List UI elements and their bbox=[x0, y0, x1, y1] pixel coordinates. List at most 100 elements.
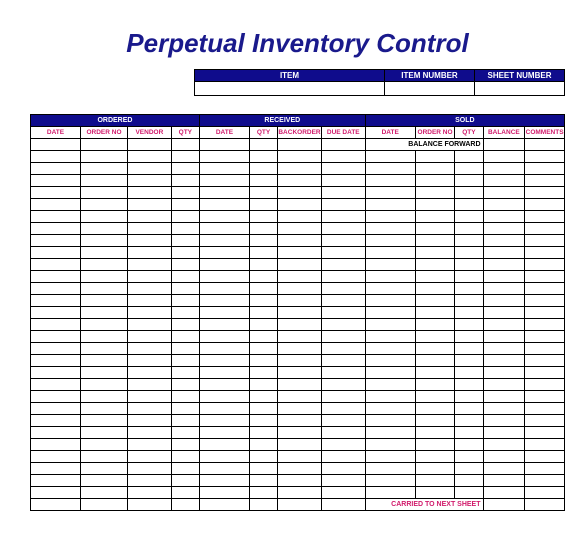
cell[interactable] bbox=[321, 439, 365, 451]
cell[interactable] bbox=[31, 427, 81, 439]
cell[interactable] bbox=[127, 319, 171, 331]
cell[interactable] bbox=[483, 355, 525, 367]
cell[interactable] bbox=[127, 439, 171, 451]
cell[interactable] bbox=[127, 283, 171, 295]
cell[interactable] bbox=[415, 427, 455, 439]
cell[interactable] bbox=[455, 451, 483, 463]
cell[interactable] bbox=[525, 451, 565, 463]
cell[interactable] bbox=[483, 499, 525, 511]
cell[interactable] bbox=[31, 439, 81, 451]
cell[interactable] bbox=[199, 367, 249, 379]
cell[interactable] bbox=[483, 427, 525, 439]
cell[interactable] bbox=[249, 427, 277, 439]
cell[interactable] bbox=[81, 283, 128, 295]
cell[interactable] bbox=[31, 451, 81, 463]
cell[interactable] bbox=[81, 499, 128, 511]
cell[interactable] bbox=[321, 331, 365, 343]
cell[interactable] bbox=[278, 235, 322, 247]
cell[interactable] bbox=[455, 403, 483, 415]
cell[interactable] bbox=[321, 211, 365, 223]
cell[interactable] bbox=[525, 199, 565, 211]
cell[interactable] bbox=[171, 403, 199, 415]
cell[interactable] bbox=[31, 211, 81, 223]
cell[interactable] bbox=[31, 391, 81, 403]
cell[interactable] bbox=[321, 451, 365, 463]
cell[interactable] bbox=[483, 139, 525, 151]
cell[interactable] bbox=[525, 367, 565, 379]
cell[interactable] bbox=[31, 223, 81, 235]
cell[interactable] bbox=[483, 379, 525, 391]
cell[interactable] bbox=[249, 199, 277, 211]
cell[interactable] bbox=[31, 403, 81, 415]
cell[interactable] bbox=[483, 307, 525, 319]
cell[interactable] bbox=[525, 283, 565, 295]
cell[interactable] bbox=[249, 271, 277, 283]
item-number-input[interactable] bbox=[385, 82, 475, 96]
cell[interactable] bbox=[249, 247, 277, 259]
cell[interactable] bbox=[171, 211, 199, 223]
cell[interactable] bbox=[127, 403, 171, 415]
cell[interactable] bbox=[199, 439, 249, 451]
cell[interactable] bbox=[199, 187, 249, 199]
cell[interactable] bbox=[455, 307, 483, 319]
cell[interactable] bbox=[365, 151, 415, 163]
cell[interactable] bbox=[127, 223, 171, 235]
cell[interactable] bbox=[199, 415, 249, 427]
cell[interactable] bbox=[81, 415, 128, 427]
cell[interactable] bbox=[278, 247, 322, 259]
cell[interactable] bbox=[127, 379, 171, 391]
cell[interactable] bbox=[415, 439, 455, 451]
cell[interactable] bbox=[415, 487, 455, 499]
cell[interactable] bbox=[321, 163, 365, 175]
cell[interactable] bbox=[455, 295, 483, 307]
cell[interactable] bbox=[455, 439, 483, 451]
cell[interactable] bbox=[525, 319, 565, 331]
cell[interactable] bbox=[525, 211, 565, 223]
cell[interactable] bbox=[31, 139, 81, 151]
cell[interactable] bbox=[525, 295, 565, 307]
cell[interactable] bbox=[31, 295, 81, 307]
cell[interactable] bbox=[455, 187, 483, 199]
cell[interactable] bbox=[31, 271, 81, 283]
cell[interactable] bbox=[321, 415, 365, 427]
cell[interactable] bbox=[525, 475, 565, 487]
cell[interactable] bbox=[525, 271, 565, 283]
cell[interactable] bbox=[171, 367, 199, 379]
cell[interactable] bbox=[525, 259, 565, 271]
cell[interactable] bbox=[199, 295, 249, 307]
cell[interactable] bbox=[127, 355, 171, 367]
cell[interactable] bbox=[321, 487, 365, 499]
cell[interactable] bbox=[171, 391, 199, 403]
cell[interactable] bbox=[415, 307, 455, 319]
cell[interactable] bbox=[278, 319, 322, 331]
cell[interactable] bbox=[31, 331, 81, 343]
cell[interactable] bbox=[525, 499, 565, 511]
cell[interactable] bbox=[81, 175, 128, 187]
item-input[interactable] bbox=[195, 82, 385, 96]
cell[interactable] bbox=[278, 427, 322, 439]
cell[interactable] bbox=[278, 307, 322, 319]
cell[interactable] bbox=[278, 343, 322, 355]
cell[interactable] bbox=[249, 379, 277, 391]
cell[interactable] bbox=[365, 475, 415, 487]
cell[interactable] bbox=[455, 235, 483, 247]
cell[interactable] bbox=[365, 247, 415, 259]
cell[interactable] bbox=[525, 403, 565, 415]
cell[interactable] bbox=[415, 211, 455, 223]
cell[interactable] bbox=[525, 247, 565, 259]
cell[interactable] bbox=[525, 355, 565, 367]
cell[interactable] bbox=[365, 391, 415, 403]
cell[interactable] bbox=[321, 235, 365, 247]
cell[interactable] bbox=[81, 139, 128, 151]
cell[interactable] bbox=[127, 139, 171, 151]
cell[interactable] bbox=[415, 403, 455, 415]
cell[interactable] bbox=[415, 295, 455, 307]
cell[interactable] bbox=[127, 271, 171, 283]
cell[interactable] bbox=[321, 319, 365, 331]
cell[interactable] bbox=[127, 427, 171, 439]
cell[interactable] bbox=[321, 199, 365, 211]
cell[interactable] bbox=[365, 427, 415, 439]
cell[interactable] bbox=[415, 271, 455, 283]
cell[interactable] bbox=[365, 451, 415, 463]
cell[interactable] bbox=[31, 487, 81, 499]
